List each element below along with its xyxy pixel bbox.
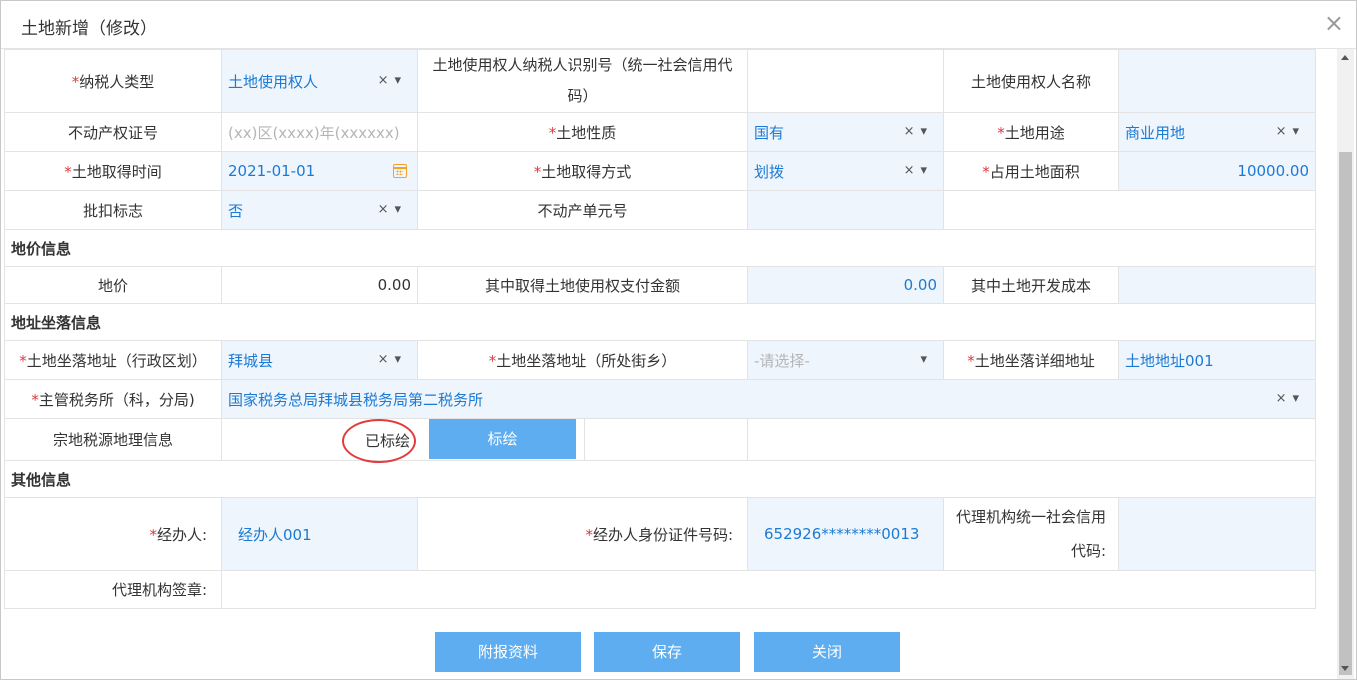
save-button[interactable]: 保存: [594, 632, 740, 672]
clear-dropdown-icon[interactable]: ×▾: [904, 163, 933, 178]
region-label: *土地坐落地址（行政区划）: [4, 340, 222, 380]
other-section-title: 其他信息: [4, 460, 1316, 498]
land-use-select[interactable]: 商业用地 ×▾: [1118, 112, 1316, 152]
form-content: *纳税人类型 土地使用权人 ×▾ 土地使用权人纳税人识别号（统一社会信用代码） 土…: [4, 49, 1316, 609]
acquire-way-label: *土地取得方式: [417, 151, 748, 191]
agency-seal-field[interactable]: [221, 570, 1316, 609]
land-form: *纳税人类型 土地使用权人 ×▾ 土地使用权人纳税人识别号（统一社会信用代码） 土…: [4, 49, 1316, 609]
pay-amount-label: 其中取得土地使用权支付金额: [417, 266, 748, 304]
acquire-time-input[interactable]: 2021-01-01: [221, 151, 418, 191]
calendar-icon[interactable]: [393, 164, 407, 178]
price-section-title: 地价信息: [4, 229, 1316, 267]
pay-amount-input[interactable]: 0.00: [747, 266, 944, 304]
title-bar: 土地新增（修改） ×: [1, 1, 1356, 49]
clear-dropdown-icon[interactable]: ×▾: [378, 202, 407, 217]
land-nature-label: *土地性质: [417, 112, 748, 152]
form-row-cert: 不动产权证号 (xx)区(xxxx)年(xxxxxx) *土地性质 国有 ×▾ *…: [4, 112, 1316, 152]
clear-dropdown-icon[interactable]: ×▾: [378, 73, 407, 88]
geo-info-cell: 已标绘 标绘: [221, 418, 748, 461]
clear-dropdown-icon[interactable]: ×▾: [378, 352, 407, 367]
id-number-input[interactable]: 652926********0013: [747, 497, 944, 571]
section-row-other: 其他信息: [4, 460, 1316, 498]
scroll-down-icon[interactable]: [1341, 666, 1349, 671]
land-area-label: *占用土地面积: [943, 151, 1119, 191]
withhold-flag-label: 批扣标志: [4, 190, 222, 230]
clear-dropdown-icon[interactable]: ×▾: [1276, 391, 1305, 406]
highlight-circle: [342, 419, 416, 463]
land-use-label: *土地用途: [943, 112, 1119, 152]
dev-cost-input[interactable]: [1118, 266, 1316, 304]
estate-unit-input[interactable]: [747, 190, 944, 230]
form-row-price: 地价 0.00 其中取得土地使用权支付金额 0.00 其中土地开发成本: [4, 266, 1316, 304]
cert-label: 不动产权证号: [4, 112, 222, 152]
form-row-flag: 批扣标志 否 ×▾ 不动产单元号: [4, 190, 1316, 230]
tax-office-select[interactable]: 国家税务总局拜城县税务局第二税务所 ×▾: [221, 379, 1316, 419]
land-nature-select[interactable]: 国有 ×▾: [747, 112, 944, 152]
form-row-taxpayer: *纳税人类型 土地使用权人 ×▾ 土地使用权人纳税人识别号（统一社会信用代码） 土…: [4, 49, 1316, 113]
plot-button[interactable]: 标绘: [429, 419, 576, 459]
estate-unit-label: 不动产单元号: [417, 190, 748, 230]
empty-cell: [747, 418, 1316, 461]
empty-cell: [943, 190, 1316, 230]
withhold-flag-select[interactable]: 否 ×▾: [221, 190, 418, 230]
taxid-label: 土地使用权人纳税人识别号（统一社会信用代码）: [417, 49, 748, 113]
taxpayer-type-label: *纳税人类型: [4, 49, 222, 113]
agency-code-input[interactable]: [1118, 497, 1316, 571]
section-row-address: 地址坐落信息: [4, 303, 1316, 341]
detail-address-label: *土地坐落详细地址: [943, 340, 1119, 380]
attach-button[interactable]: 附报资料: [435, 632, 581, 672]
agency-seal-label: 代理机构签章:: [4, 570, 222, 609]
scroll-thumb[interactable]: [1339, 152, 1352, 675]
street-select[interactable]: -请选择- ▾: [747, 340, 944, 380]
form-row-time: *土地取得时间 2021-01-01 *土地取得方式 划拨 ×▾ *占用土地面积 …: [4, 151, 1316, 191]
price-label: 地价: [4, 266, 222, 304]
acquire-way-select[interactable]: 划拨 ×▾: [747, 151, 944, 191]
agency-code-label: 代理机构统一社会信用代码:: [943, 497, 1119, 571]
tax-office-label: *主管税务所（科，分局): [4, 379, 222, 419]
dropdown-icon[interactable]: ▾: [920, 352, 933, 367]
owner-name-label: 土地使用权人名称: [943, 49, 1119, 113]
dialog: 土地新增（修改） × *纳税人类型 土地使用权人 ×▾ 土地使用权人纳税人识别号（…: [0, 0, 1357, 680]
form-row-geo: 宗地税源地理信息 已标绘 标绘: [4, 418, 1316, 461]
owner-name-field[interactable]: [1118, 49, 1316, 113]
price-input[interactable]: 0.00: [221, 266, 418, 304]
id-number-label: *经办人身份证件号码:: [417, 497, 748, 571]
form-row-location: *土地坐落地址（行政区划） 拜城县 ×▾ *土地坐落地址（所处街乡） -请选择- ▾…: [4, 340, 1316, 380]
handler-input[interactable]: 经办人001: [221, 497, 418, 571]
detail-address-input[interactable]: 土地地址001: [1118, 340, 1316, 380]
cert-input[interactable]: (xx)区(xxxx)年(xxxxxx): [221, 112, 418, 152]
dev-cost-label: 其中土地开发成本: [943, 266, 1119, 304]
section-row-price: 地价信息: [4, 229, 1316, 267]
address-section-title: 地址坐落信息: [4, 303, 1316, 341]
close-icon[interactable]: ×: [1324, 11, 1344, 35]
clear-dropdown-icon[interactable]: ×▾: [1276, 124, 1305, 139]
land-area-input[interactable]: 10000.00: [1118, 151, 1316, 191]
divider: [584, 419, 585, 460]
form-row-office: *主管税务所（科，分局) 国家税务总局拜城县税务局第二税务所 ×▾: [4, 379, 1316, 419]
taxpayer-type-select[interactable]: 土地使用权人 ×▾: [221, 49, 418, 113]
form-row-seal: 代理机构签章:: [4, 570, 1316, 609]
clear-dropdown-icon[interactable]: ×▾: [904, 124, 933, 139]
vertical-scrollbar[interactable]: [1337, 49, 1354, 679]
geo-info-label: 宗地税源地理信息: [4, 418, 222, 461]
scroll-up-icon[interactable]: [1341, 55, 1349, 60]
acquire-time-label: *土地取得时间: [4, 151, 222, 191]
region-select[interactable]: 拜城县 ×▾: [221, 340, 418, 380]
taxid-field[interactable]: [747, 49, 944, 113]
form-row-handler: *经办人: 经办人001 *经办人身份证件号码: 652926********0…: [4, 497, 1316, 571]
close-button[interactable]: 关闭: [754, 632, 900, 672]
dialog-title: 土地新增（修改）: [21, 19, 157, 39]
street-label: *土地坐落地址（所处街乡）: [417, 340, 748, 380]
handler-label: *经办人:: [4, 497, 222, 571]
